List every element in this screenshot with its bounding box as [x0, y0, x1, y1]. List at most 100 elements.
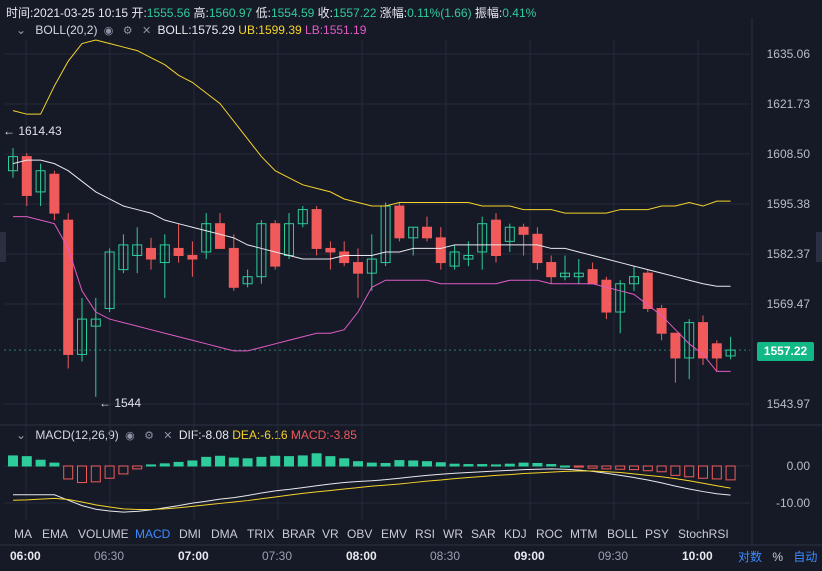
candle-body: [270, 223, 281, 267]
candle: [642, 269, 653, 313]
price-axis-label: 1621.73: [766, 97, 810, 111]
tab-stochrsi[interactable]: StochRSI: [678, 527, 729, 541]
macd-bar: [366, 462, 377, 467]
macd-bar: [118, 465, 129, 475]
candle: [187, 241, 198, 277]
price-axis-label: 1543.97: [766, 397, 810, 411]
macd-bar: [642, 465, 653, 472]
high-marker: ← 1614.43: [3, 124, 62, 138]
macd-bar: [518, 462, 529, 467]
macd-axis-label: 0.00: [786, 459, 810, 473]
tab-kdj[interactable]: KDJ: [504, 527, 527, 541]
tab-macd[interactable]: MACD: [135, 527, 170, 541]
percent-scale-button[interactable]: %: [772, 550, 783, 564]
tab-emv[interactable]: EMV: [381, 527, 407, 541]
candle-body: [587, 269, 598, 285]
macd-bar: [463, 464, 474, 467]
candle: [518, 223, 529, 256]
macd-bar: [215, 455, 225, 467]
tab-vr[interactable]: VR: [322, 527, 339, 541]
candle: [477, 216, 488, 270]
macd-bar: [532, 462, 543, 467]
candle-body: [146, 247, 156, 260]
macd-bar: [201, 456, 212, 467]
price-axis-label: 1582.37: [766, 247, 810, 261]
macd-bar: [35, 459, 46, 467]
tab-ma[interactable]: MA: [14, 527, 32, 541]
left-panel-handle[interactable]: [0, 232, 6, 262]
candle: [63, 213, 74, 369]
candle-body: [49, 173, 60, 214]
tab-obv[interactable]: OBV: [347, 527, 372, 541]
candle: [77, 297, 87, 362]
macd-bar: [477, 464, 488, 467]
macd-bar: [146, 464, 156, 467]
log-scale-button[interactable]: 对数: [738, 550, 762, 564]
tab-wr[interactable]: WR: [443, 527, 463, 541]
candle-body: [435, 237, 446, 264]
scale-buttons: 对数 % 自动: [738, 548, 822, 565]
candle: [311, 206, 322, 256]
tab-rsi[interactable]: RSI: [415, 527, 435, 541]
tab-sar[interactable]: SAR: [471, 527, 496, 541]
tab-dmi[interactable]: DMI: [179, 527, 201, 541]
macd-bar: [187, 460, 198, 467]
macd-bar: [21, 456, 32, 467]
tab-volume[interactable]: VOLUME: [78, 527, 129, 541]
candle: [366, 234, 377, 291]
candle-body: [215, 223, 225, 249]
auto-scale-button[interactable]: 自动: [793, 550, 817, 564]
candle-body: [601, 279, 612, 313]
tab-dma[interactable]: DMA: [211, 527, 238, 541]
candle: [173, 223, 184, 263]
candle: [532, 227, 543, 270]
tab-boll[interactable]: BOLL: [607, 527, 638, 541]
tab-roc[interactable]: ROC: [536, 527, 563, 541]
price-chart[interactable]: [0, 0, 822, 571]
macd-bar: [698, 465, 708, 479]
candle: [394, 202, 405, 242]
candle: [242, 269, 253, 288]
macd-bar: [8, 455, 18, 467]
macd-bar: [77, 465, 87, 484]
macd-dif-line: [13, 468, 731, 513]
candle-body: [353, 262, 363, 274]
tab-trix[interactable]: TRIX: [247, 527, 274, 541]
macd-bar: [63, 465, 74, 480]
tab-brar[interactable]: BRAR: [282, 527, 315, 541]
right-panel-handle[interactable]: [816, 232, 822, 262]
indicator-tabs: MA EMA VOLUME MACD DMI DMA TRIX BRAR VR …: [0, 527, 740, 545]
candle: [684, 319, 695, 380]
macd-bar: [325, 456, 336, 467]
macd-bar: [228, 457, 239, 467]
candle: [601, 276, 612, 320]
macd-bar: [173, 461, 184, 467]
candle-body: [656, 307, 667, 334]
macd-bar: [380, 462, 391, 467]
candle: [256, 220, 267, 284]
macd-bar: [560, 465, 570, 468]
candle: [325, 241, 336, 270]
candle-body: [311, 209, 322, 249]
price-axis-label: 1635.06: [766, 47, 810, 61]
candle: [35, 163, 46, 207]
macd-bar: [601, 465, 612, 470]
tab-mtm[interactable]: MTM: [570, 527, 597, 541]
macd-dea-line: [12, 470, 731, 511]
candle: [670, 332, 681, 383]
macd-bar: [711, 465, 722, 480]
macd-bar: [587, 465, 598, 469]
macd-bar: [491, 464, 501, 467]
candle-body: [642, 272, 653, 309]
macd-histogram: [8, 453, 736, 484]
candle-body: [228, 247, 239, 288]
macd-bar: [725, 465, 736, 481]
candle: [339, 241, 350, 267]
macd-bar: [546, 464, 557, 467]
tab-ema[interactable]: EMA: [42, 527, 68, 541]
candle: [629, 266, 639, 291]
time-tick: 06:30: [94, 549, 125, 563]
tab-psy[interactable]: PSY: [645, 527, 669, 541]
candle-body: [21, 156, 32, 196]
candle-body: [698, 322, 708, 359]
